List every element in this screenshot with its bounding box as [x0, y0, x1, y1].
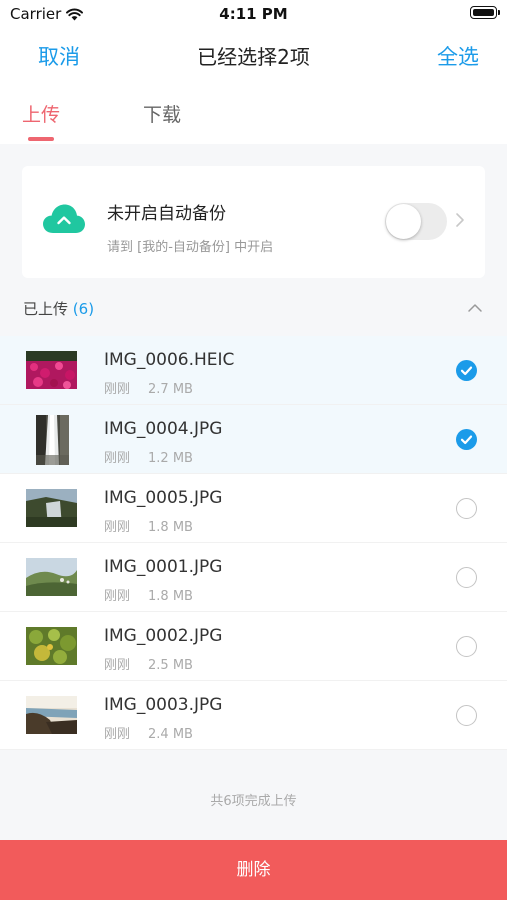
uploaded-count: (6) [72, 300, 95, 318]
file-row[interactable]: IMG_0004.JPG 刚刚 1.2 MB [0, 405, 507, 474]
upload-time: 刚刚 [104, 520, 131, 535]
select-checkbox[interactable] [456, 636, 477, 657]
file-size: 1.8 MB [148, 520, 193, 535]
auto-backup-card[interactable]: 未开启自动备份 请到 [我的-自动备份] 中开启 [22, 166, 485, 278]
tab-upload[interactable]: 上传 [22, 100, 60, 127]
file-size: 1.8 MB [148, 589, 193, 604]
leaves-thumbnail [26, 627, 77, 665]
cloud-upload-icon [43, 204, 85, 233]
active-tab-indicator [28, 137, 54, 141]
clock: 4:11 PM [219, 5, 288, 23]
file-meta: 刚刚 1.2 MB [104, 447, 193, 466]
file-name: IMG_0003.JPG [104, 695, 223, 715]
file-row[interactable]: IMG_0005.JPG 刚刚 1.8 MB [0, 474, 507, 543]
battery-icon [470, 6, 500, 19]
chevron-up-icon[interactable] [467, 302, 483, 314]
delete-button[interactable]: 删除 [0, 840, 507, 900]
file-row[interactable]: IMG_0003.JPG 刚刚 2.4 MB [0, 681, 507, 750]
checkmark-icon [460, 435, 473, 445]
select-checkbox[interactable] [456, 429, 477, 450]
file-name: IMG_0002.JPG [104, 626, 223, 646]
tab-bar: 上传 下载 [0, 82, 507, 144]
file-meta: 刚刚 2.4 MB [104, 723, 193, 742]
cancel-button[interactable]: 取消 [38, 41, 80, 71]
file-meta: 刚刚 2.5 MB [104, 654, 193, 673]
backup-status-title: 未开启自动备份 [107, 204, 226, 224]
upload-time: 刚刚 [104, 658, 131, 673]
navigation-bar: 取消 已经选择2项 全选 [0, 28, 507, 82]
status-bar: Carrier 4:11 PM [0, 0, 507, 28]
file-meta: 刚刚 1.8 MB [104, 516, 193, 535]
file-name: IMG_0004.JPG [104, 419, 223, 439]
upload-time: 刚刚 [104, 589, 131, 604]
uploaded-file-list: IMG_0006.HEIC 刚刚 2.7 MB IMG_0004.JPG 刚刚 1.… [0, 336, 507, 750]
upload-time: 刚刚 [104, 727, 131, 742]
chevron-right-icon [456, 213, 464, 227]
uploaded-section-header: 已上传 (6) [23, 298, 94, 319]
file-name: IMG_0005.JPG [104, 488, 223, 508]
file-meta: 刚刚 2.7 MB [104, 378, 193, 397]
section-title-label: 已上传 [23, 300, 69, 318]
select-all-button[interactable]: 全选 [437, 41, 479, 71]
coast-thumbnail [26, 696, 77, 734]
hillside-thumbnail [26, 558, 77, 596]
upload-time: 刚刚 [104, 382, 131, 397]
upload-time: 刚刚 [104, 451, 131, 466]
file-name: IMG_0001.JPG [104, 557, 223, 577]
file-name: IMG_0006.HEIC [104, 350, 235, 370]
flowers-thumbnail [26, 351, 77, 389]
toggle-knob [386, 204, 421, 239]
checkmark-icon [460, 366, 473, 376]
waterfall-thumbnail [36, 415, 69, 465]
select-checkbox[interactable] [456, 360, 477, 381]
file-size: 2.5 MB [148, 658, 193, 673]
auto-backup-toggle[interactable] [385, 203, 447, 240]
file-row[interactable]: IMG_0001.JPG 刚刚 1.8 MB [0, 543, 507, 612]
file-size: 2.4 MB [148, 727, 193, 742]
backup-hint: 请到 [我的-自动备份] 中开启 [107, 240, 274, 255]
tab-download[interactable]: 下载 [143, 100, 181, 127]
file-size: 2.7 MB [148, 382, 193, 397]
file-row[interactable]: IMG_0006.HEIC 刚刚 2.7 MB [0, 336, 507, 405]
select-checkbox[interactable] [456, 567, 477, 588]
upload-summary: 共6项完成上传 [210, 794, 297, 809]
file-row[interactable]: IMG_0002.JPG 刚刚 2.5 MB [0, 612, 507, 681]
file-meta: 刚刚 1.8 MB [104, 585, 193, 604]
select-checkbox[interactable] [456, 705, 477, 726]
cliff-thumbnail [26, 489, 77, 527]
select-checkbox[interactable] [456, 498, 477, 519]
file-size: 1.2 MB [148, 451, 193, 466]
